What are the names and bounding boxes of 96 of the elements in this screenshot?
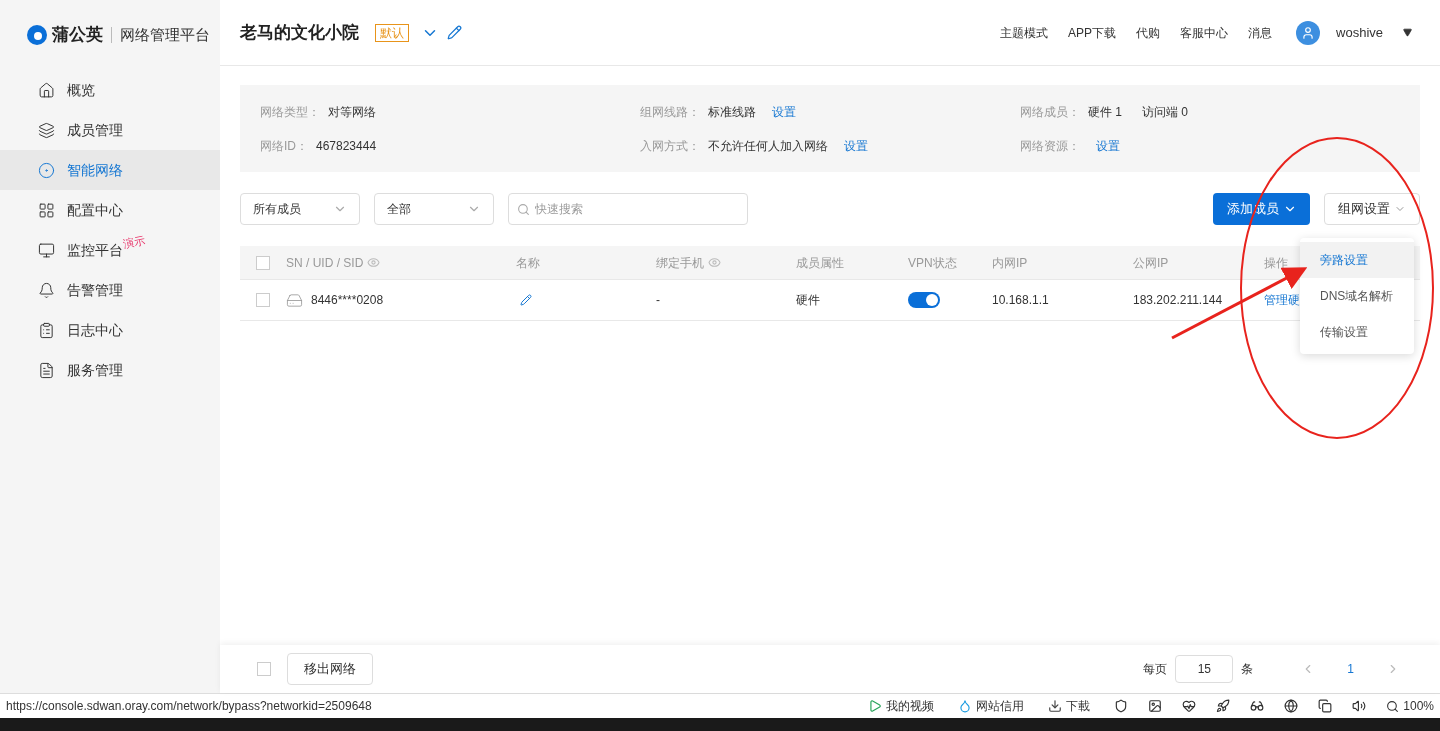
- speaker-icon[interactable]: [1352, 699, 1367, 713]
- sidebar-item[interactable]: 成员管理: [0, 110, 220, 150]
- sidebar-item[interactable]: 智能网络: [0, 150, 220, 190]
- table-cell: -: [656, 293, 660, 307]
- nav-link[interactable]: 代购: [1136, 23, 1161, 42]
- nav-link[interactable]: APP下载: [1068, 23, 1117, 42]
- bell-icon: [38, 281, 55, 299]
- monitor-icon: [38, 241, 55, 259]
- settings-link[interactable]: 设置: [844, 136, 868, 155]
- menu-item[interactable]: DNS域名解析: [1300, 278, 1414, 314]
- info-value: 467823444: [316, 137, 377, 155]
- play-icon[interactable]: [868, 699, 883, 713]
- column-header: 名称: [516, 254, 540, 272]
- remove-button[interactable]: 移出网络: [287, 653, 373, 685]
- nav-link[interactable]: 主题模式: [1000, 23, 1048, 42]
- page-number[interactable]: 1: [1347, 660, 1354, 678]
- logo-icon: [26, 24, 48, 46]
- settings-link[interactable]: 设置: [772, 102, 796, 121]
- info-label: 组网线路：: [640, 103, 700, 121]
- edit-icon[interactable]: [520, 294, 532, 306]
- network-settings-button[interactable]: 组网设置: [1324, 193, 1420, 225]
- column-header: 成员属性: [796, 254, 844, 272]
- table-cell: 10.168.1.1: [992, 293, 1049, 307]
- search-icon: [517, 203, 530, 216]
- column-header: 操作: [1264, 254, 1288, 272]
- status-item[interactable]: 下載: [1066, 697, 1091, 715]
- sidebar-item[interactable]: 服务管理: [0, 350, 220, 390]
- image-icon[interactable]: [1148, 699, 1163, 713]
- nav-link[interactable]: 消息: [1248, 23, 1273, 42]
- member-select[interactable]: 所有成员: [240, 193, 360, 225]
- brand-subtitle: 网络管理平台: [120, 24, 210, 45]
- table-cell: 183.202.211.144: [1133, 293, 1223, 307]
- checkbox[interactable]: [257, 662, 271, 676]
- status-item[interactable]: 我的视频: [886, 697, 935, 715]
- document-icon: [38, 361, 55, 379]
- network-name: 老马的文化小院: [240, 21, 359, 44]
- shield-icon[interactable]: [1114, 699, 1129, 713]
- per-page-select[interactable]: 15: [1175, 655, 1234, 683]
- checkbox[interactable]: [256, 293, 270, 307]
- download-icon[interactable]: [1048, 699, 1063, 713]
- status-select[interactable]: 全部: [374, 193, 494, 225]
- info-label: 网络类型：: [260, 103, 320, 121]
- info-label: 网络ID：: [260, 137, 308, 155]
- globe-icon[interactable]: [1284, 699, 1299, 713]
- caret-icon[interactable]: [1403, 28, 1412, 37]
- info-label: 入网方式：: [640, 137, 700, 155]
- info-label: 网络资源：: [1020, 137, 1080, 155]
- menu-item[interactable]: 传输设置: [1300, 314, 1414, 350]
- edit-icon[interactable]: [447, 25, 462, 40]
- clipboard-icon: [38, 321, 55, 339]
- table-cell-text: 8446****0208: [311, 292, 384, 309]
- info-value: 标准线路: [708, 103, 756, 121]
- zoom-level[interactable]: 100%: [1403, 697, 1434, 715]
- heart-icon[interactable]: [1182, 699, 1197, 713]
- vpn-toggle[interactable]: [908, 292, 940, 308]
- info-label: 网络成员：: [1020, 103, 1080, 121]
- layers-icon: [38, 121, 55, 139]
- search-field[interactable]: 快速搜索: [508, 193, 748, 225]
- sidebar-item[interactable]: 配置中心: [0, 190, 220, 230]
- device-icon: [286, 291, 303, 309]
- unit-label: 条: [1241, 661, 1254, 678]
- circle-icon: [38, 161, 55, 179]
- sidebar-item[interactable]: 监控平台 演示: [0, 230, 220, 270]
- column-header: 公网IP: [1133, 254, 1169, 272]
- column-header: VPN状态: [908, 254, 957, 272]
- user-name[interactable]: woshive: [1336, 22, 1383, 43]
- per-page-label: 每页: [1143, 661, 1168, 678]
- droplet-icon[interactable]: [958, 699, 973, 713]
- glasses-icon[interactable]: [1250, 699, 1265, 713]
- manage-link[interactable]: 管理硬: [1264, 293, 1300, 307]
- zoom-icon[interactable]: [1386, 699, 1400, 713]
- info-value: 访问端 0: [1142, 103, 1189, 121]
- info-value: 硬件 1: [1088, 103, 1122, 121]
- info-value: 对等网络: [328, 103, 376, 121]
- menu-item[interactable]: 旁路设置: [1300, 242, 1414, 278]
- column-header: SN / UID / SID: [286, 254, 364, 272]
- column-header: 内网IP: [992, 254, 1028, 272]
- demo-label: 演示: [121, 232, 147, 250]
- info-value: 不允许任何人加入网络: [708, 137, 828, 155]
- avatar-icon[interactable]: [1296, 20, 1321, 45]
- brand-name: 蒲公英: [52, 24, 103, 47]
- nav-link[interactable]: 客服中心: [1180, 23, 1229, 42]
- sidebar-item[interactable]: 日志中心: [0, 310, 220, 350]
- status-item[interactable]: 网站信用: [976, 697, 1025, 715]
- sidebar-item[interactable]: 概览: [0, 70, 220, 110]
- table-cell: 硬件: [796, 293, 820, 307]
- window-icon[interactable]: [1318, 699, 1333, 713]
- checkbox[interactable]: [256, 255, 270, 270]
- column-header: 绑定手机: [656, 254, 704, 272]
- sidebar-item[interactable]: 告警管理: [0, 270, 220, 310]
- rocket-icon[interactable]: [1216, 699, 1231, 713]
- home-icon: [38, 81, 55, 99]
- grid-icon: [38, 201, 55, 219]
- settings-link[interactable]: 设置: [1096, 136, 1120, 155]
- status-url: https://console.sdwan.oray.com/network/bypass?networkid=2509648: [6, 698, 372, 715]
- default-tag: 默认: [375, 23, 409, 42]
